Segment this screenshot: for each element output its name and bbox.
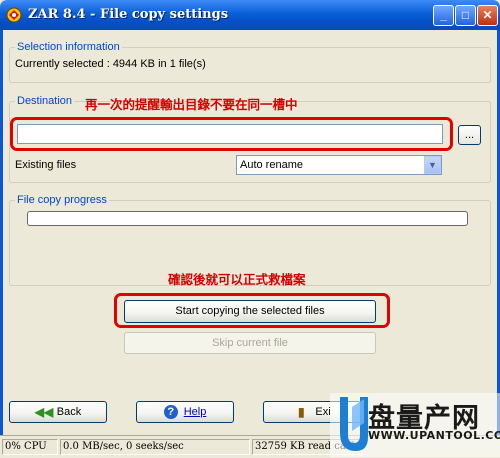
back-arrow-icon: ◀◀	[34, 405, 54, 420]
destination-path-input[interactable]	[17, 124, 443, 144]
maximize-button[interactable]: □	[455, 5, 476, 26]
status-transfer-rate: 0.0 MB/sec, 0 seeks/sec	[60, 439, 250, 455]
start-copying-button[interactable]: Start copying the selected files	[124, 300, 376, 323]
copy-progress-bar	[27, 211, 468, 226]
back-button[interactable]: ◀◀ Back	[9, 401, 107, 423]
help-button[interactable]: ? Help	[136, 401, 234, 423]
start-annotation: 確認後就可以正式救檔案	[168, 272, 306, 287]
selection-info-group: Selection information Currently selected…	[9, 41, 491, 83]
copy-progress-legend: File copy progress	[15, 194, 109, 206]
title-bar[interactable]: ZAR 8.4 - File copy settings _ □ ✕	[0, 0, 500, 30]
help-icon: ?	[163, 405, 178, 420]
zar-app-icon	[6, 7, 22, 23]
back-label: Back	[56, 406, 82, 418]
minimize-button[interactable]: _	[433, 5, 454, 26]
exit-door-icon: ▮	[298, 405, 305, 420]
exit-label: Exi	[315, 406, 331, 418]
browse-button[interactable]: ...	[458, 125, 481, 145]
window-title: ZAR 8.4 - File copy settings	[28, 7, 229, 22]
status-cpu: 0% CPU	[2, 439, 58, 455]
close-button[interactable]: ✕	[477, 5, 498, 26]
help-label: Help	[183, 406, 207, 418]
existing-files-select[interactable]: Auto rename ▼	[236, 155, 442, 175]
selection-info-text: Currently selected : 4944 KB in 1 file(s…	[15, 58, 206, 70]
selection-info-legend: Selection information	[15, 41, 122, 53]
watermark-url-text: WWW.UPANTOOL.COM	[368, 429, 500, 442]
skip-current-file-button[interactable]: Skip current file	[124, 332, 376, 354]
existing-files-value: Auto rename	[240, 159, 303, 171]
chevron-down-icon[interactable]: ▼	[424, 156, 441, 174]
existing-files-label: Existing files	[15, 159, 77, 171]
destination-annotation: 再一次的提醒輸出目錄不要在同一槽中	[85, 97, 298, 112]
destination-legend: Destination	[15, 95, 75, 107]
